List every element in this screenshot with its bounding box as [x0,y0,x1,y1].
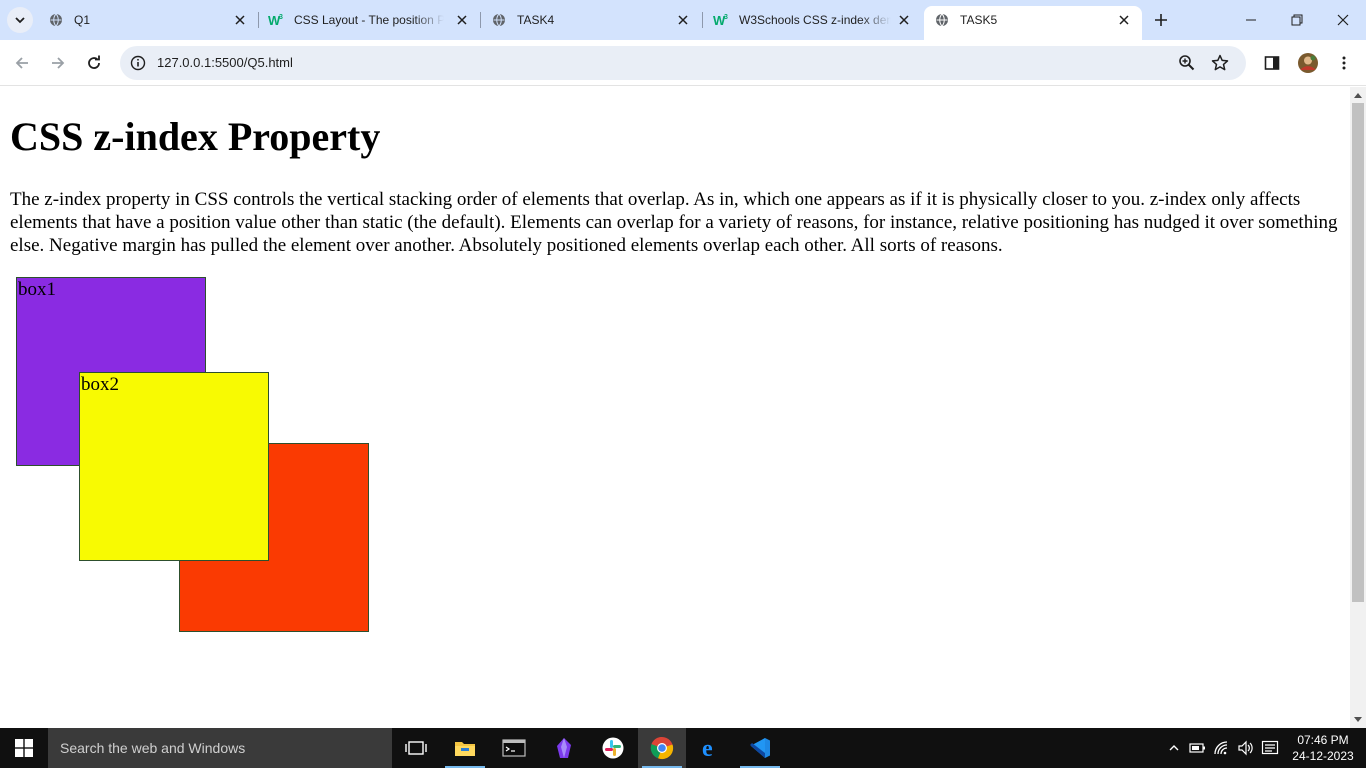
tab-title: Q1 [74,13,91,27]
back-button[interactable] [9,50,35,76]
forward-button[interactable] [45,50,71,76]
scroll-down-button[interactable] [1350,712,1366,728]
menu-button[interactable] [1331,50,1357,76]
tab-q1[interactable]: Q1 [38,0,256,40]
box2: box2 [79,372,269,561]
speaker-icon [1238,740,1253,756]
page-viewport: CSS z-index Property The z-index propert… [0,87,1350,728]
box1-label: box1 [18,279,56,300]
avatar [1298,53,1318,73]
edge-icon: e [702,737,713,759]
clock-time: 07:46 PM [1297,733,1349,747]
close-icon[interactable] [454,12,470,28]
browser-toolbar: 127.0.0.1:5500/Q5.html [0,40,1366,86]
new-tab-button[interactable] [1150,9,1172,31]
chrome-icon [650,736,674,760]
taskbar-clock[interactable]: 07:46 PM 24-12-2023 [1289,732,1357,764]
close-icon[interactable] [896,12,912,28]
scroll-up-button[interactable] [1350,87,1366,103]
restore-button[interactable] [1274,0,1320,40]
tab-title: TASK4 [517,13,555,27]
arrow-left-icon [15,57,28,69]
close-icon[interactable] [675,12,691,28]
globe-icon [491,12,507,28]
tab-title: W3Schools CSS z-index dem [739,13,891,27]
tab-css-layout[interactable]: W3 CSS Layout - The position Pr [258,0,478,40]
triangle-down-icon [1354,717,1362,722]
task-view-button[interactable] [392,728,440,768]
svg-text:3: 3 [724,14,728,21]
bookmark-star-icon[interactable] [1211,54,1229,72]
edge-app[interactable]: e [687,728,735,768]
w3schools-icon: W3 [713,12,729,28]
svg-text:3: 3 [279,14,283,21]
scroll-thumb[interactable] [1352,103,1364,602]
terminal-icon [502,739,526,757]
terminal-app[interactable] [490,728,538,768]
task-view-icon [405,741,427,755]
taskbar-search-box[interactable]: Search the web and Windows [48,728,392,768]
obsidian-app[interactable] [540,728,588,768]
globe-icon [934,12,950,28]
side-panel-button[interactable] [1259,50,1285,76]
battery-icon [1189,743,1205,753]
action-center-tray[interactable] [1260,738,1280,758]
vertical-scrollbar[interactable] [1350,87,1366,728]
chevron-up-icon [1169,745,1179,751]
close-icon [1337,14,1349,26]
tab-strip: Q1 W3 CSS Layout - The position Pr TASK4… [0,0,1366,40]
side-panel-icon [1264,56,1280,70]
volume-tray[interactable] [1236,738,1256,758]
reload-button[interactable] [81,50,107,76]
site-info-icon[interactable] [128,53,148,73]
svg-text:e: e [702,737,713,759]
file-explorer-app[interactable] [441,728,489,768]
start-button[interactable] [0,728,48,768]
battery-tray[interactable] [1187,738,1207,758]
profile-avatar[interactable] [1295,50,1321,76]
restore-icon [1291,14,1303,26]
vscode-icon [750,738,770,758]
chrome-app[interactable] [638,728,686,768]
chevron-down-icon [15,17,25,24]
globe-icon [48,12,64,28]
close-window-button[interactable] [1320,0,1366,40]
slack-icon [602,737,624,759]
tab-w3schools-zindex[interactable]: W3 W3Schools CSS z-index dem [703,0,923,40]
tab-task5[interactable]: TASK5 [924,6,1142,40]
notification-icon [1261,740,1279,755]
address-bar[interactable]: 127.0.0.1:5500/Q5.html [120,46,1246,80]
close-icon[interactable] [232,12,248,28]
windows-taskbar: Search the web and Windows e 07:46 PM 24… [0,728,1366,768]
minimize-icon [1246,19,1256,21]
show-hidden-icons-button[interactable] [1164,738,1184,758]
tab-title: CSS Layout - The position Pr [294,13,444,27]
reload-icon [88,55,100,69]
tab-title: TASK5 [960,13,998,27]
close-icon[interactable] [1116,12,1132,28]
triangle-up-icon [1354,93,1362,98]
url-text[interactable]: 127.0.0.1:5500/Q5.html [157,55,293,70]
page-paragraph: The z-index property in CSS controls the… [10,189,1338,256]
more-vertical-icon [1342,56,1346,70]
arrow-right-icon [52,57,65,69]
tab-search-button[interactable] [7,7,33,33]
network-tray[interactable] [1212,738,1232,758]
windows-logo-icon [15,739,33,757]
w3schools-icon: W3 [268,12,284,28]
tab-task4[interactable]: TASK4 [481,0,701,40]
slack-app[interactable] [589,728,637,768]
box2-label: box2 [81,374,119,395]
file-explorer-icon [455,742,475,756]
page-title: CSS z-index Property [10,114,381,159]
clock-date: 24-12-2023 [1292,749,1354,763]
obsidian-icon [557,738,571,758]
wifi-icon [1214,741,1228,755]
minimize-button[interactable] [1228,0,1274,40]
vscode-app[interactable] [736,728,784,768]
plus-icon [1155,14,1167,26]
zoom-icon[interactable] [1178,54,1196,72]
search-placeholder: Search the web and Windows [60,740,246,756]
